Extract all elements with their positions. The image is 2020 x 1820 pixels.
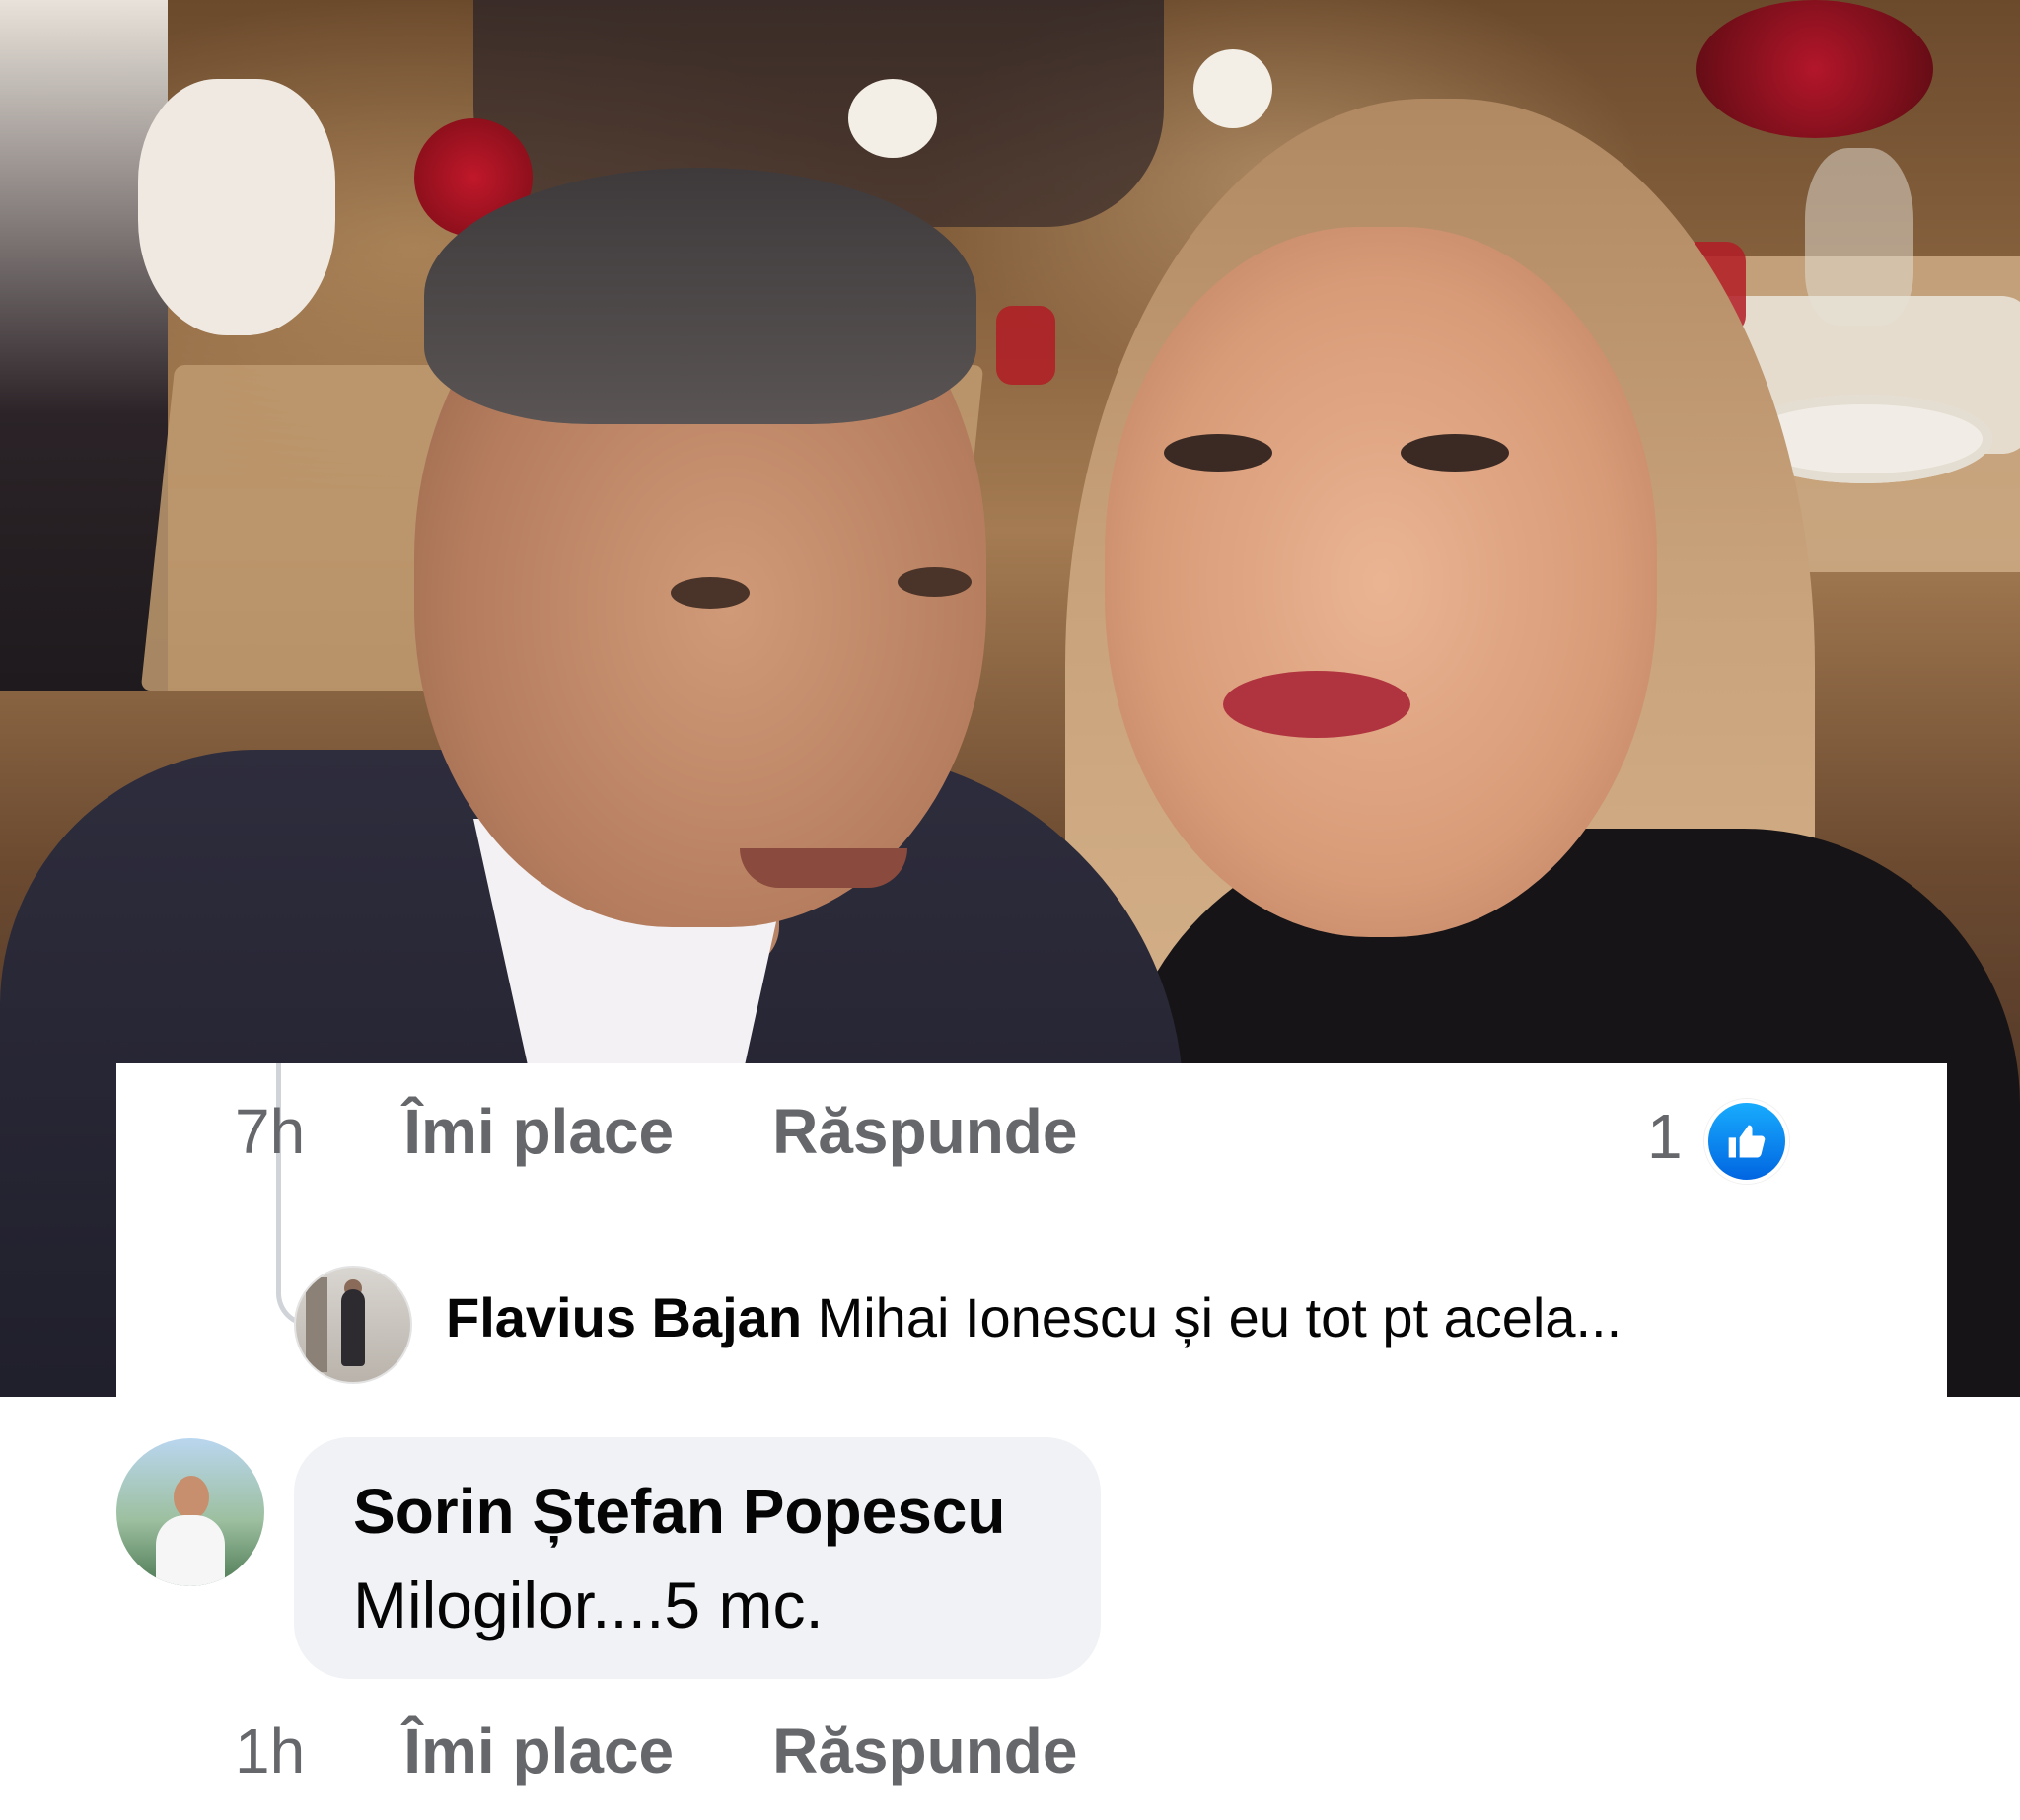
photo-lips (1223, 671, 1410, 738)
comment-time: 7h (235, 1096, 306, 1167)
reply-text: Mihai Ionescu și eu tot pt acela... (817, 1286, 1623, 1348)
avatar[interactable] (116, 1438, 264, 1586)
photo-eye (1401, 434, 1509, 472)
thumbs-up-icon[interactable] (1704, 1099, 1789, 1184)
avatar-person (341, 1289, 365, 1366)
photo-eye (898, 567, 972, 597)
avatar[interactable] (294, 1266, 412, 1384)
photo-roses (1696, 0, 1933, 138)
reply-button[interactable]: Răspunde (772, 1095, 1077, 1168)
comment-bubble: Sorin Ștefan Popescu Milogilor....5 mc. (294, 1437, 1101, 1679)
thumbs-up-glyph (1728, 1125, 1766, 1158)
like-button[interactable]: Îmi place (403, 1714, 674, 1787)
photo-mouth (740, 848, 907, 888)
photo-flower (848, 79, 937, 158)
comment-text: Milogilor....5 mc. (353, 1568, 824, 1641)
avatar-person-head (174, 1476, 209, 1519)
reaction-count[interactable]: 1 (1647, 1100, 1683, 1173)
reply-author[interactable]: Flavius Bajan (446, 1286, 802, 1348)
comment-time: 1h (235, 1715, 306, 1786)
photo-dress (138, 79, 335, 335)
photo-eye (671, 577, 750, 609)
comment-actions: 7h Îmi place Răspunde (235, 1095, 1077, 1168)
photo-man-hair (424, 168, 976, 424)
comment-actions: 1h Îmi place Răspunde (235, 1714, 1077, 1787)
avatar-person (156, 1515, 225, 1586)
reply-button[interactable]: Răspunde (772, 1714, 1077, 1787)
photo-glass (996, 306, 1055, 385)
photo-guest-left (0, 0, 168, 691)
photo-eye (1164, 434, 1272, 472)
avatar-background (306, 1277, 327, 1372)
photo-flower (1193, 49, 1272, 128)
comment-author[interactable]: Sorin Ștefan Popescu (353, 1475, 1005, 1548)
like-button[interactable]: Îmi place (403, 1095, 674, 1168)
reply-preview[interactable]: Flavius Bajan Mihai Ionescu și eu tot pt… (446, 1285, 1622, 1349)
photo-woman-face (1105, 227, 1657, 937)
photo-vase (1805, 148, 1913, 326)
